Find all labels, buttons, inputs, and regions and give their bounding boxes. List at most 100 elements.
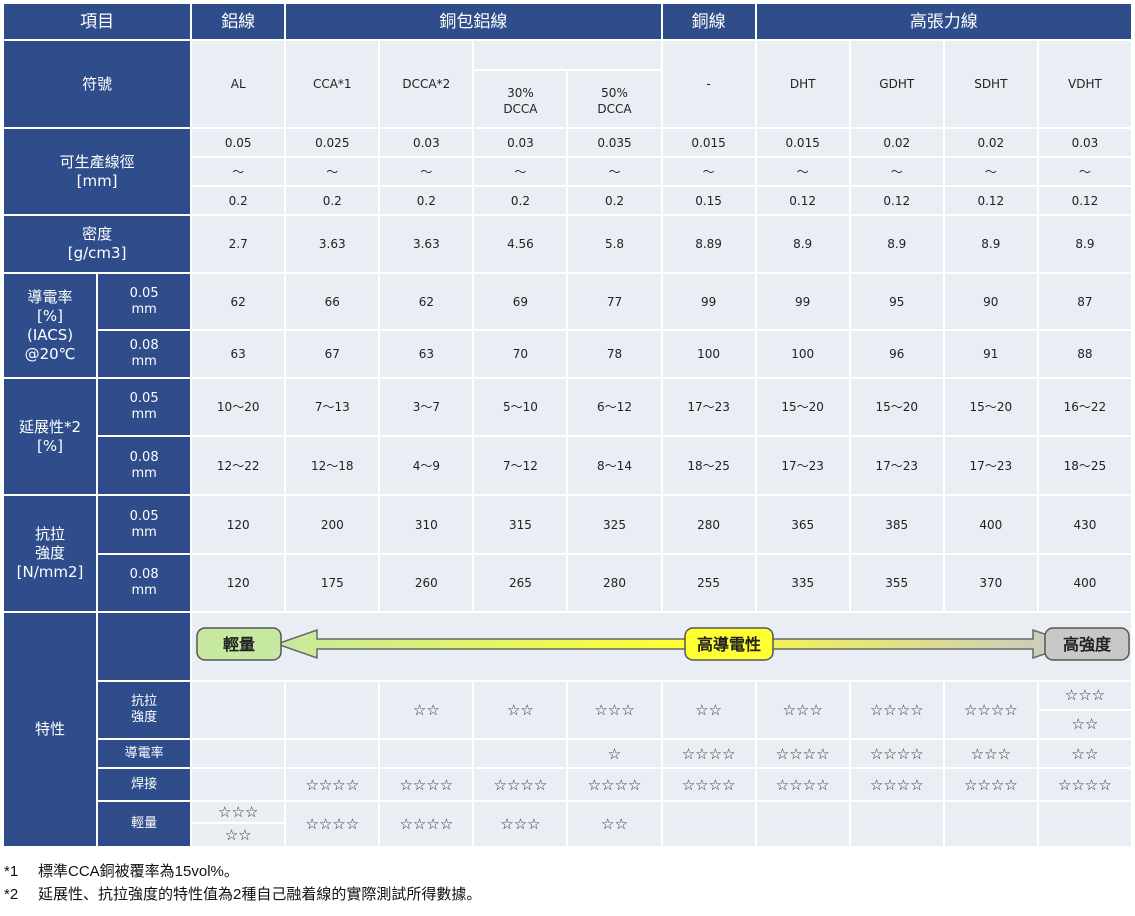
conductivity-value: 88 xyxy=(1038,331,1131,377)
conductivity-stars: ☆☆ xyxy=(1038,740,1131,767)
elongation-value: 8～14 xyxy=(568,437,661,494)
diameter-max-value: 0.12 xyxy=(850,187,943,214)
tensile-value: 335 xyxy=(756,555,849,611)
strength-stars: ☆☆ xyxy=(380,682,473,738)
symbol-value: SDHT xyxy=(944,41,1037,127)
welding-stars: ☆☆☆☆ xyxy=(380,769,473,800)
light-stars xyxy=(944,802,1037,846)
tensile-value: 260 xyxy=(380,555,473,611)
conductivity-value: 99 xyxy=(662,274,755,329)
diameter-min-value: 0.03 xyxy=(380,129,473,156)
symbol-value: GDHT xyxy=(850,41,943,127)
diameter-max-value: 0.2 xyxy=(380,187,473,214)
footnotes: *1 標準CCA銅被覆率為15vol%。 *2 延展性、抗拉強度的特性值為2種自己融… xyxy=(4,860,481,906)
diameter-max-value: 0.12 xyxy=(1038,187,1131,214)
welding-stars: ☆☆☆☆ xyxy=(474,769,567,800)
conductivity-value: 66 xyxy=(286,274,379,329)
elongation-value: 12～18 xyxy=(286,437,379,494)
tensile-value: 325 xyxy=(568,496,661,553)
conductivity-value: 95 xyxy=(850,274,943,329)
property-arrow-graphic: 輕量 高導電性 高強度 xyxy=(195,627,1130,661)
conductivity-value: 77 xyxy=(568,274,661,329)
density-value: 8.9 xyxy=(850,216,943,272)
diameter-tilde: ～ xyxy=(380,158,473,185)
welding-label: 焊接 xyxy=(98,769,191,800)
symbol-value: 50% DCCA xyxy=(568,71,661,127)
tensile-value: 280 xyxy=(662,496,755,553)
diameter-min-value: 0.025 xyxy=(286,129,379,156)
elongation-value: 4～9 xyxy=(380,437,473,494)
symbol-value: DCCA*2 xyxy=(380,41,473,127)
tensile-value: 280 xyxy=(568,555,661,611)
tensile-value: 315 xyxy=(474,496,567,553)
conductivity-stars xyxy=(474,740,567,767)
conductivity-sub2: 0.08 mm xyxy=(98,331,191,377)
diameter-tilde: ～ xyxy=(756,158,849,185)
conductivity-label: 導電率 [%] (IACS) @20℃ xyxy=(4,274,97,377)
diameter-tilde: ～ xyxy=(286,158,379,185)
conductivity-value: 62 xyxy=(192,274,285,329)
density-value: 8.89 xyxy=(662,216,755,272)
elongation-value: 18～25 xyxy=(662,437,755,494)
conductivity-stars xyxy=(192,740,285,767)
arrow-shape xyxy=(274,628,1075,660)
elongation-value: 10～20 xyxy=(192,379,285,435)
tensile-value: 430 xyxy=(1038,496,1131,553)
light-stars: ☆☆ xyxy=(568,802,661,846)
density-label: 密度 [g/cm3] xyxy=(4,216,191,272)
tensile-value: 120 xyxy=(192,496,285,553)
symbol-value: VDHT xyxy=(1038,41,1131,127)
elongation-value: 15～20 xyxy=(850,379,943,435)
tensile-value: 120 xyxy=(192,555,285,611)
light-stars xyxy=(850,802,943,846)
strength-stars xyxy=(192,682,285,738)
density-value: 3.63 xyxy=(286,216,379,272)
footnote-1: *1 標準CCA銅被覆率為15vol%。 xyxy=(4,863,239,880)
light-stars: ☆☆☆☆ xyxy=(380,802,473,846)
strength-stars: ☆☆☆☆ xyxy=(850,682,943,738)
footnote-2: *2 延展性、抗拉強度的特性值為2種自己融着線的實際測試所得數據。 xyxy=(4,886,482,903)
feat-conductivity-label: 導電率 xyxy=(98,740,191,767)
elongation-sub1: 0.05 mm xyxy=(98,379,191,435)
elongation-value: 3～7 xyxy=(380,379,473,435)
density-value: 8.9 xyxy=(1038,216,1131,272)
elongation-value: 17～23 xyxy=(756,437,849,494)
welding-stars: ☆☆☆☆ xyxy=(662,769,755,800)
strength-stars: ☆☆☆ xyxy=(756,682,849,738)
elongation-value: 15～20 xyxy=(944,379,1037,435)
conductivity-value: 99 xyxy=(756,274,849,329)
diameter-min-value: 0.02 xyxy=(850,129,943,156)
symbol-value: 30% DCCA xyxy=(474,71,567,127)
light-stars-bottom: ☆☆ xyxy=(192,822,285,846)
conductivity-stars: ☆☆☆☆ xyxy=(662,740,755,767)
diameter-max-value: 0.2 xyxy=(286,187,379,214)
density-value: 4.56 xyxy=(474,216,567,272)
header-item: 項目 xyxy=(4,4,191,39)
welding-stars: ☆☆☆☆ xyxy=(568,769,661,800)
diameter-min-value: 0.015 xyxy=(662,129,755,156)
density-value: 5.8 xyxy=(568,216,661,272)
strength-stars-bottom: ☆☆ xyxy=(1038,709,1131,738)
conductivity-value: 67 xyxy=(286,331,379,377)
header-cu: 銅線 xyxy=(662,4,755,39)
conductivity-value: 69 xyxy=(474,274,567,329)
tensile-value: 255 xyxy=(662,555,755,611)
strength-stars: ☆☆☆☆ xyxy=(944,682,1037,738)
diameter-min-value: 0.03 xyxy=(474,129,567,156)
elongation-value: 5～10 xyxy=(474,379,567,435)
conductivity-value: 63 xyxy=(380,331,473,377)
diameter-min-value: 0.035 xyxy=(568,129,661,156)
conductivity-stars: ☆☆☆ xyxy=(944,740,1037,767)
elongation-value: 7～12 xyxy=(474,437,567,494)
spec-table: 項目 鋁線 銅包鋁線 銅線 高張力線 符號 AL CCA*1 DCCA*2 - … xyxy=(2,2,1133,848)
light-stars: ☆☆☆ xyxy=(474,802,567,846)
diameter-max-value: 0.12 xyxy=(756,187,849,214)
diameter-min-value: 0.03 xyxy=(1038,129,1131,156)
arrow-mid-label: 高導電性 xyxy=(697,635,761,654)
light-stars: ☆☆☆ ☆☆ xyxy=(192,802,285,846)
welding-stars xyxy=(192,769,285,800)
conductivity-value: 78 xyxy=(568,331,661,377)
strength-label: 抗拉 強度 xyxy=(98,682,191,738)
tensile-value: 400 xyxy=(944,496,1037,553)
diameter-tilde: ～ xyxy=(944,158,1037,185)
